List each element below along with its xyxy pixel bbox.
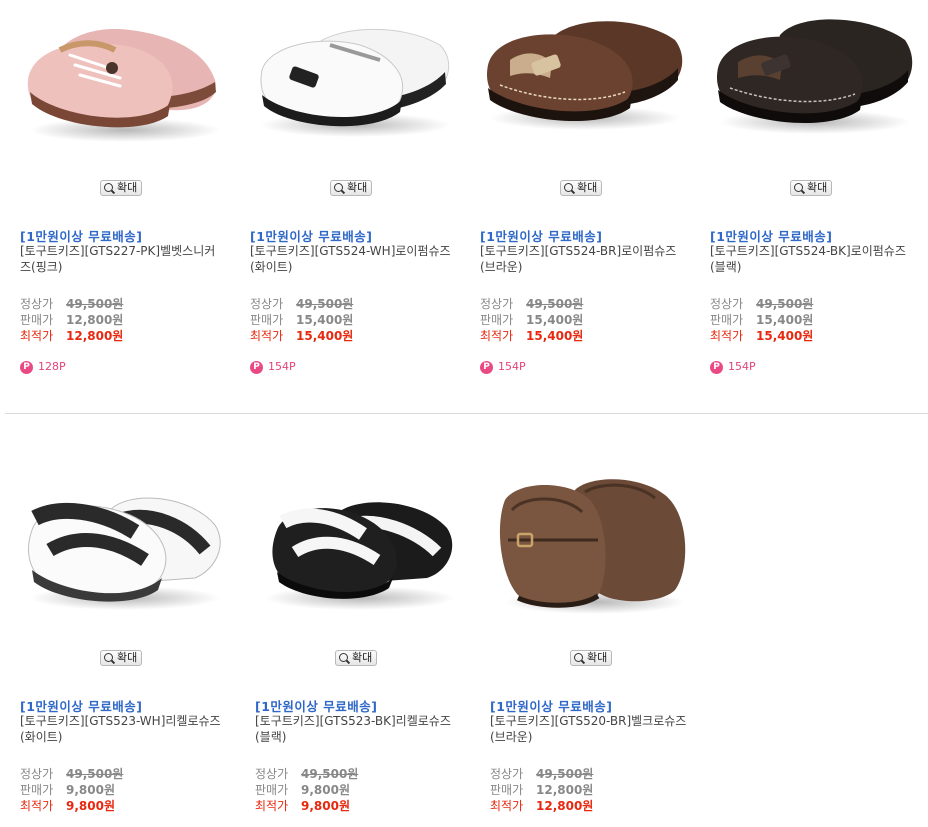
product-image[interactable] (255, 470, 465, 645)
product-image[interactable] (20, 0, 230, 175)
product-image[interactable] (250, 0, 460, 175)
price-block: 정상가 49,500원 판매가 12,800원 최적가 12,800원 (20, 296, 123, 344)
magnifier-icon (574, 653, 583, 662)
regular-price: 49,500원 (526, 297, 584, 311)
regular-price-label: 정상가 (480, 297, 514, 311)
zoom-button[interactable]: 확대 (560, 180, 603, 196)
magnifier-icon (104, 653, 113, 662)
sale-price: 15,400원 (526, 313, 584, 327)
sale-price-label: 판매가 (20, 313, 54, 327)
zoom-button[interactable]: 확대 (335, 650, 378, 666)
sale-price: 15,400원 (756, 313, 814, 327)
zoom-button[interactable]: 확대 (100, 180, 143, 196)
best-price-label: 최적가 (710, 329, 744, 343)
magnifier-icon (104, 183, 113, 192)
points-badge-icon: P (250, 360, 263, 374)
regular-price-label: 정상가 (20, 767, 54, 781)
sale-price: 9,800원 (66, 783, 115, 797)
best-price-label: 최적가 (250, 329, 284, 343)
points-badge-icon: P (710, 360, 723, 374)
zoom-button[interactable]: 확대 (570, 650, 613, 666)
best-price-label: 최적가 (20, 799, 54, 813)
price-block: 정상가 49,500원 판매가 15,400원 최적가 15,400원 (710, 296, 813, 344)
best-price: 12,800원 (66, 329, 124, 343)
reward-points: P 154P (250, 360, 296, 374)
regular-price: 49,500원 (296, 297, 354, 311)
best-price-label: 최적가 (480, 329, 514, 343)
sale-price-label: 판매가 (480, 313, 514, 327)
product-image[interactable] (20, 470, 230, 645)
best-price-label: 최적가 (255, 799, 289, 813)
zoom-button[interactable]: 확대 (790, 180, 833, 196)
sale-price-label: 판매가 (20, 783, 54, 797)
price-block: 정상가 49,500원 판매가 15,400원 최적가 15,400원 (250, 296, 353, 344)
product-name-link[interactable]: [토구트키즈][GTS523-BK]리켈로슈즈(블랙) (255, 713, 460, 745)
sale-price: 15,400원 (296, 313, 354, 327)
product-name-link[interactable]: [토구트키즈][GTS520-BR]벨크로슈즈(브라운) (490, 713, 695, 745)
zoom-button[interactable]: 확대 (100, 650, 143, 666)
regular-price-label: 정상가 (250, 297, 284, 311)
regular-price-label: 정상가 (710, 297, 744, 311)
regular-price: 49,500원 (301, 767, 359, 781)
regular-price: 49,500원 (536, 767, 594, 781)
sale-price-label: 판매가 (250, 313, 284, 327)
regular-price: 49,500원 (66, 297, 124, 311)
price-block: 정상가 49,500원 판매가 9,800원 최적가 9,800원 (255, 766, 358, 814)
regular-price-label: 정상가 (20, 297, 54, 311)
best-price: 15,400원 (526, 329, 584, 343)
regular-price: 49,500원 (756, 297, 814, 311)
price-block: 정상가 49,500원 판매가 15,400원 최적가 15,400원 (480, 296, 583, 344)
regular-price-label: 정상가 (490, 767, 524, 781)
magnifier-icon (794, 183, 803, 192)
regular-price-label: 정상가 (255, 767, 289, 781)
best-price: 15,400원 (756, 329, 814, 343)
best-price: 9,800원 (66, 799, 115, 813)
price-block: 정상가 49,500원 판매가 12,800원 최적가 12,800원 (490, 766, 593, 814)
sale-price: 12,800원 (536, 783, 594, 797)
reward-points: P 154P (480, 360, 526, 374)
best-price: 9,800원 (301, 799, 350, 813)
regular-price: 49,500원 (66, 767, 124, 781)
product-name-link[interactable]: [토구트키즈][GTS524-BR]로이펌슈즈(브라운) (480, 243, 685, 275)
magnifier-icon (334, 183, 343, 192)
sale-price: 12,800원 (66, 313, 124, 327)
sale-price-label: 판매가 (710, 313, 744, 327)
points-badge-icon: P (20, 360, 33, 374)
sale-price: 9,800원 (301, 783, 350, 797)
product-name-link[interactable]: [토구트키즈][GTS227-PK]벨벳스니커즈(핑크) (20, 243, 225, 275)
product-image[interactable] (480, 0, 690, 175)
product-name-link[interactable]: [토구트키즈][GTS524-WH]로이펌슈즈(화이트) (250, 243, 455, 275)
best-price-label: 최적가 (20, 329, 54, 343)
product-name-link[interactable]: [토구트키즈][GTS524-BK]로이펌슈즈(블랙) (710, 243, 915, 275)
sale-price-label: 판매가 (490, 783, 524, 797)
row-divider (5, 413, 928, 414)
product-image[interactable] (490, 470, 700, 645)
product-image[interactable] (710, 0, 920, 175)
reward-points: P 128P (20, 360, 66, 374)
best-price: 15,400원 (296, 329, 354, 343)
magnifier-icon (339, 653, 348, 662)
points-badge-icon: P (480, 360, 493, 374)
product-name-link[interactable]: [토구트키즈][GTS523-WH]리켈로슈즈(화이트) (20, 713, 225, 745)
reward-points: P 154P (710, 360, 756, 374)
sale-price-label: 판매가 (255, 783, 289, 797)
zoom-button[interactable]: 확대 (330, 180, 373, 196)
best-price: 12,800원 (536, 799, 594, 813)
price-block: 정상가 49,500원 판매가 9,800원 최적가 9,800원 (20, 766, 123, 814)
magnifier-icon (564, 183, 573, 192)
best-price-label: 최적가 (490, 799, 524, 813)
